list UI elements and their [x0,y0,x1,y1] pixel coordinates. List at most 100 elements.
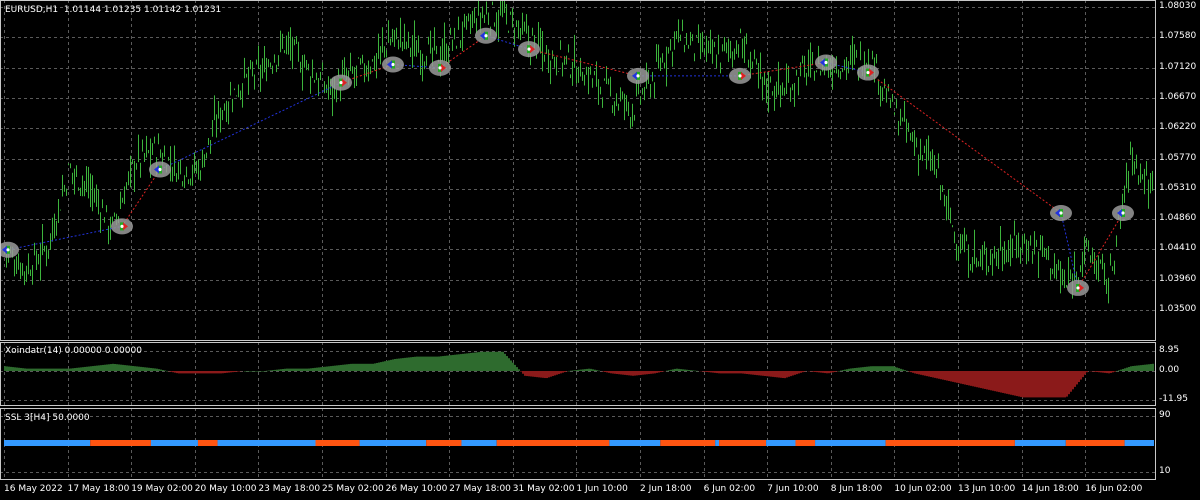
histogram-bar [254,371,256,372]
histogram-bar [52,368,54,371]
histogram-bar [558,371,560,375]
histogram-bar [918,371,920,375]
indicator2-pane[interactable] [0,408,1156,480]
histogram-bar [24,368,26,371]
buy-signal-marker[interactable] [627,67,649,84]
histogram-bar [234,371,236,372]
histogram-bar [730,371,732,374]
histogram-bar [1146,364,1148,371]
histogram-bar [788,371,790,377]
buy-signal-marker[interactable] [0,241,19,258]
histogram-bar [1036,371,1038,398]
histogram-bar [216,371,218,374]
histogram-bar [1132,366,1134,371]
histogram-bar [428,356,430,371]
histogram-bar [656,371,658,373]
main-chart-pane[interactable] [0,0,1156,341]
indicator1-pane[interactable] [0,342,1156,406]
histogram-bar [560,371,562,374]
histogram-bar [810,371,812,372]
histogram-bar [250,371,252,372]
histogram-bar [1002,371,1004,393]
histogram-bar [450,355,452,371]
buy-signal-marker[interactable] [475,27,497,44]
histogram-bar [318,367,320,371]
histogram-bar [610,371,612,374]
histogram-bar [860,367,862,371]
ssl-segment [90,440,151,446]
histogram-bar [856,367,858,371]
histogram-bar [848,368,850,371]
sell-signal-marker[interactable] [729,67,751,84]
histogram-bar [716,371,718,374]
sell-signal-marker[interactable] [1067,279,1089,296]
histogram-bar [1064,371,1066,398]
histogram-bar [18,367,20,371]
main-chart-plot[interactable] [0,0,1156,341]
histogram-bar [934,371,936,378]
histogram-bar [882,366,884,371]
histogram-bar [508,358,510,371]
buy-signal-marker[interactable] [815,54,837,71]
histogram-bar [632,371,634,376]
histogram-bar [108,364,110,371]
main-chart-title: EURUSD,H1 1.01144 1.01235 1.01142 1.0123… [5,5,222,15]
histogram-bar [1118,370,1120,371]
ssl-segment [885,440,1015,446]
histogram-bar [652,371,654,374]
buy-signal-marker[interactable] [149,161,171,178]
histogram-bar [774,371,776,378]
histogram-bar [268,370,270,372]
histogram-bar [62,368,64,371]
buy-signal-marker[interactable] [382,56,404,73]
histogram-bar [456,354,458,371]
histogram-bar [832,371,834,373]
histogram-bar [796,371,798,375]
histogram-bar [74,368,76,371]
histogram-bar [404,357,406,371]
histogram-bar [1124,368,1126,371]
histogram-bar [960,371,962,384]
histogram-bar [840,370,842,372]
histogram-bar [16,367,18,371]
sell-signal-marker[interactable] [518,41,540,58]
histogram-bar [524,371,526,376]
histogram-bar [1126,367,1128,371]
sell-signal-marker[interactable] [857,64,879,81]
histogram-bar [1070,371,1072,392]
trade-connector-line [159,82,342,170]
histogram-bar [458,354,460,371]
histogram-bar [152,368,154,371]
histogram-bar [890,366,892,371]
histogram-bar [1074,371,1076,387]
histogram-bar [984,371,986,389]
indicator2-plot[interactable] [0,408,1156,480]
sell-signal-marker[interactable] [111,218,133,235]
histogram-bar [556,371,558,375]
histogram-bar [750,371,752,375]
price-tick-label: 1.08030 [1159,1,1197,11]
sell-signal-marker[interactable] [330,74,352,91]
indicator1-plot[interactable] [0,342,1156,406]
histogram-bar [532,371,534,377]
ssl-segment [496,440,610,446]
histogram-bar [302,368,304,371]
histogram-bar [708,371,710,373]
histogram-bar [280,369,282,371]
histogram-bar [372,363,374,371]
histogram-bar [790,371,792,377]
histogram-bar [968,371,970,386]
price-tick-label: 1.06220 [1159,122,1197,133]
histogram-bar [70,368,72,371]
histogram-bar [434,356,436,371]
histogram-bar [76,367,78,371]
histogram-bar [102,364,104,371]
ssl-segment [609,440,661,446]
histogram-bar [926,371,928,377]
buy-signal-marker[interactable] [1112,205,1134,222]
histogram-bar [1000,371,1002,393]
sell-signal-marker[interactable] [429,59,451,76]
buy-signal-marker[interactable] [1050,205,1072,222]
histogram-bar [482,351,484,371]
histogram-bar [218,371,220,374]
